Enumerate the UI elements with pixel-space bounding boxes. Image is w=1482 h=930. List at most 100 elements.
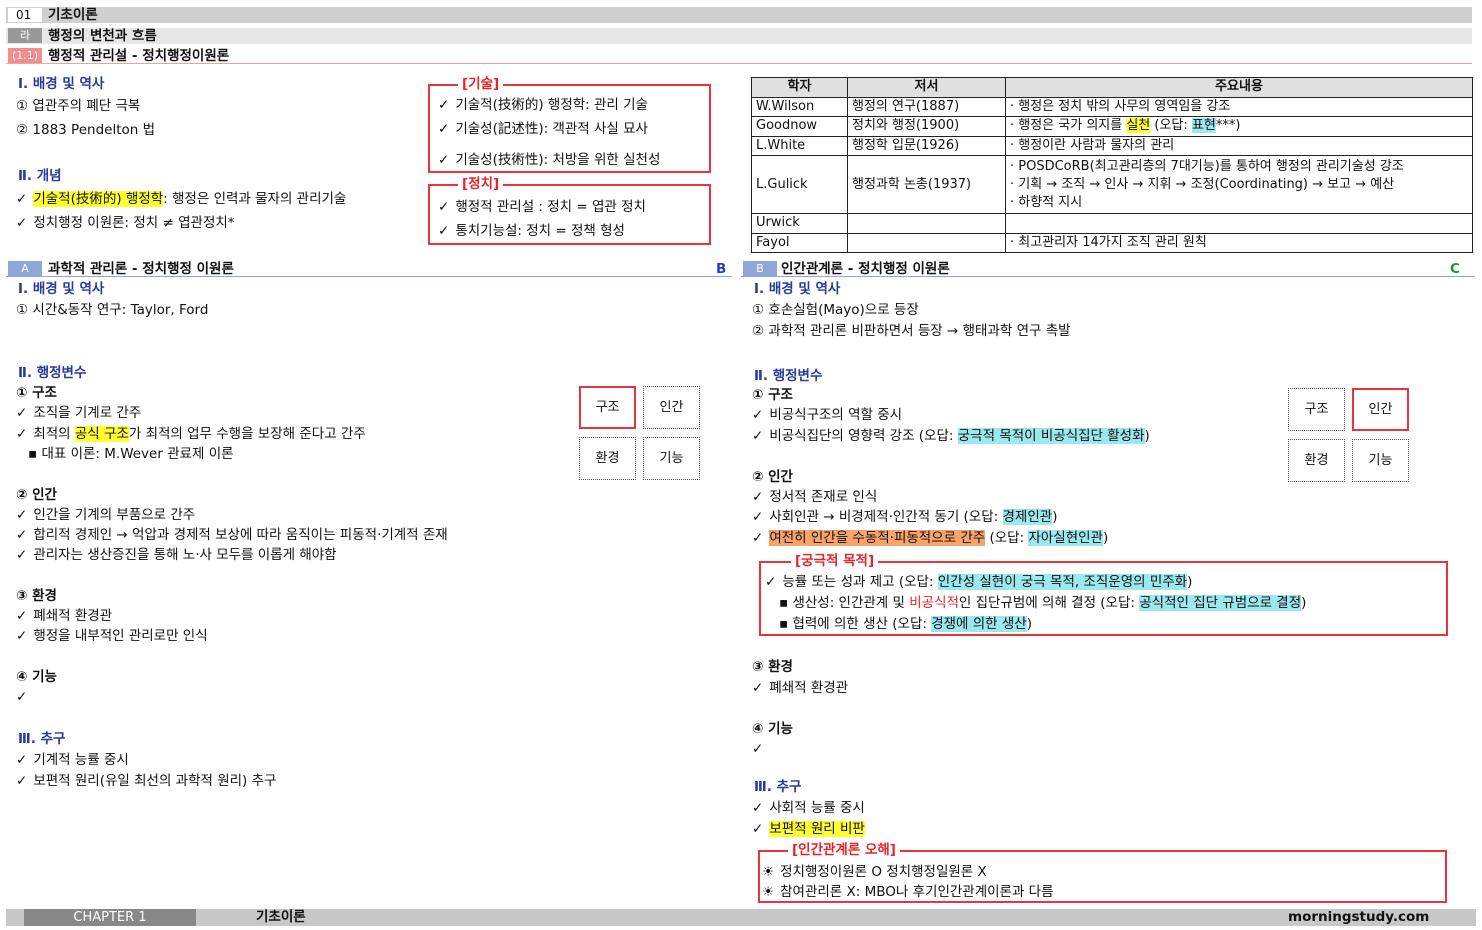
a-human-item: ✓ 관리자는 생산증진을 통해 노·사 모두를 이롭게 해야함	[16, 547, 337, 563]
ultimate-item: ✓ 능률 또는 성과 제고 (오답: 인간성 실현이 궁극 목적, 조직운영의 민…	[765, 574, 1193, 590]
b-box-human: 인간	[1352, 388, 1409, 431]
jeongchi-item: ✓ 통치기능설: 정치 = 정책 형성	[438, 223, 625, 239]
content-cell: · POSDCoRB(최고관리층의 7대기능)를 통하여 행정의 관리기술성 강…	[1005, 155, 1473, 214]
check-icon: ✓	[16, 191, 28, 207]
misconception-title: [인간관계론 오해]	[788, 842, 900, 858]
highlight: 인간성 실현이 궁극 목적, 조직운영의 민주화	[937, 574, 1188, 590]
check-icon: ✓	[752, 530, 764, 546]
check-icon: ✓	[438, 223, 450, 239]
a-goal-item: ✓ 보편적 원리(유일 최선의 과학적 원리) 추구	[16, 773, 277, 789]
concept-item-1: ✓ 기술적(技術的) 행정학: 행정은 인력과 물자의 관리기술	[16, 189, 346, 209]
book-cell	[847, 232, 1006, 253]
a-func-item: ✓	[16, 687, 33, 707]
box-jeongchi-title: [정치]	[458, 176, 504, 192]
book-cell	[847, 213, 1006, 234]
subsection-tag: 라	[8, 28, 42, 43]
book-cell: 행정학 입문(1926)	[847, 135, 1006, 156]
b-structure-item: ✓ 비공식구조의 역할 중시	[752, 407, 903, 423]
a-human-item: ✓ 합리적 경제인 → 억압과 경제적 보상에 따라 움직이는 피동적·기계적 존…	[16, 527, 448, 543]
footer-bar	[6, 909, 1476, 926]
concept-item-2: ✓ 정치행정 이원론: 정치 ≠ 엽관정치*	[16, 213, 235, 233]
box-gisul-title: [기술]	[458, 76, 504, 92]
a-bg-item: ① 시간&동작 연구: Taylor, Ford	[16, 302, 209, 318]
b-bg-item: ② 과학적 관리론 비판하면서 등장 → 행태과학 연구 촉발	[752, 323, 1071, 339]
highlight: 표현	[1191, 118, 1216, 134]
a-structure-subitem: ▪ 대표 이론: M.Wever 관료제 이론	[28, 446, 234, 462]
check-icon: ✓	[16, 426, 28, 442]
highlight: 기술적(技術的) 행정학	[33, 191, 164, 207]
b-human-item: ✓ 여전히 인간을 수동적·피동적으로 간주 (오답: 자아실현인관)	[752, 530, 1109, 546]
a-var-heading: Ⅱ. 행정변수	[18, 365, 87, 381]
b-func-item: ✓	[752, 739, 769, 759]
check-icon: ✓	[16, 752, 28, 768]
highlight: 경제인관	[1002, 509, 1053, 525]
check-icon: ✓	[16, 547, 28, 563]
b-goal-item: ✓ 사회적 능률 중시	[752, 800, 865, 816]
highlight: 궁극적 목적이 비공식집단 활성화	[957, 428, 1145, 444]
footer-title: 기초이론	[256, 909, 306, 925]
table-row: Urwick	[751, 213, 1473, 234]
a-structure-heading: ① 구조	[16, 385, 57, 401]
b-box-structure: 구조	[1288, 388, 1345, 431]
table-row: L.Gulick 행정과학 논총(1937) · POSDCoRB(최고관리층의…	[751, 155, 1473, 214]
scholar-cell: L.Gulick	[751, 155, 848, 214]
a-box-human: 인간	[643, 386, 700, 429]
concept-text: : 행정은 인력과 물자의 관리기술	[163, 191, 347, 207]
section-a-tag: A	[8, 261, 42, 276]
chapter-number: 01	[8, 8, 42, 22]
b-env-heading: ③ 환경	[752, 659, 793, 675]
b-bg-heading: Ⅰ. 배경 및 역사	[754, 281, 841, 297]
col-header: 주요내용	[1005, 77, 1473, 98]
chapter-header-bar	[6, 7, 1472, 23]
highlight: 보편적 원리 비판	[769, 821, 865, 837]
a-func-heading: ④ 기능	[16, 669, 57, 685]
content-cell: · 행정이란 사람과 물자의 관리	[1005, 135, 1473, 156]
check-icon: ✓	[438, 199, 450, 215]
highlight: 경쟁에 의한 생산	[931, 616, 1027, 632]
ultimate-purpose-title: [궁극적 목적]	[791, 553, 879, 569]
check-icon: ✓	[752, 741, 764, 757]
section-a-mark: B	[716, 261, 727, 277]
scholars-table: 학자 저서 주요내용 W.Wilson 행정의 연구(1887) · 행정은 정…	[751, 77, 1473, 253]
b-var-heading: Ⅱ. 행정변수	[754, 368, 823, 384]
scholar-cell: Fayol	[751, 232, 848, 253]
check-icon: ✓	[16, 628, 28, 644]
a-env-item: ✓ 행정을 내부적인 관리로만 인식	[16, 628, 208, 644]
scholar-cell: Goodnow	[751, 116, 848, 137]
gisul-item: ✓ 기술성(技術性): 처방을 위한 실천성	[438, 152, 661, 168]
book-cell: 정치와 행정(1900)	[847, 116, 1006, 137]
check-icon: ✓	[16, 215, 28, 231]
check-icon: ✓	[752, 680, 764, 696]
content-cell: · 최고관리자 14가지 조직 관리 원칙	[1005, 232, 1473, 253]
highlight: 공식적인 집단 규범으로 결정	[1139, 595, 1302, 611]
check-icon: ✓	[752, 428, 764, 444]
check-icon: ✓	[752, 821, 764, 837]
a-structure-item: ✓ 최적의 공식 구조가 최적의 업무 수행을 보장해 준다고 간주	[16, 426, 366, 442]
check-icon: ✓	[16, 773, 28, 789]
jeongchi-item: ✓ 행정적 관리설 : 정치 = 엽관 정치	[438, 199, 646, 215]
a-bg-heading: Ⅰ. 배경 및 역사	[18, 281, 105, 297]
section-b-title: 인간관계론 - 정치행정 이원론	[781, 261, 950, 277]
table-row: Fayol · 최고관리자 14가지 조직 관리 원칙	[751, 232, 1473, 253]
check-icon: ✓	[16, 608, 28, 624]
check-icon: ✓	[438, 97, 450, 113]
scholar-cell: W.Wilson	[751, 96, 848, 117]
b-structure-item: ✓ 비공식집단의 영향력 강조 (오답: 궁극적 목적이 비공식집단 활성화)	[752, 428, 1150, 444]
gisul-item: ✓ 기술적(技術的) 행정학: 관리 기술	[438, 97, 648, 113]
content-cell	[1005, 213, 1473, 234]
b-env-item: ✓ 폐쇄적 환경관	[752, 680, 849, 696]
subsection-title: 행정의 변천과 흐름	[48, 28, 157, 44]
subsection-header-bar	[6, 28, 1472, 44]
topic-title: 행정적 관리설 - 정치행정이원론	[48, 48, 230, 64]
b-human-heading: ② 인간	[752, 469, 793, 485]
highlight: 공식 구조	[74, 426, 129, 442]
b-box-func: 기능	[1352, 439, 1409, 482]
bg-item-2: ② 1883 Pendelton 법	[16, 122, 156, 138]
ultimate-subitem: ▪ 생산성: 인간관계 및 비공식적인 집단규범에 의해 결정 (오답: 공식적…	[779, 595, 1307, 611]
sun-bullet-icon: ☀	[762, 884, 775, 900]
a-box-func: 기능	[643, 437, 700, 480]
b-goal-item: ✓ 보편적 원리 비판	[752, 819, 865, 839]
check-icon: ✓	[752, 509, 764, 525]
section-b-mark: C	[1450, 261, 1460, 277]
ultimate-subitem: ▪ 협력에 의한 생산 (오답: 경쟁에 의한 생산)	[779, 616, 1033, 632]
